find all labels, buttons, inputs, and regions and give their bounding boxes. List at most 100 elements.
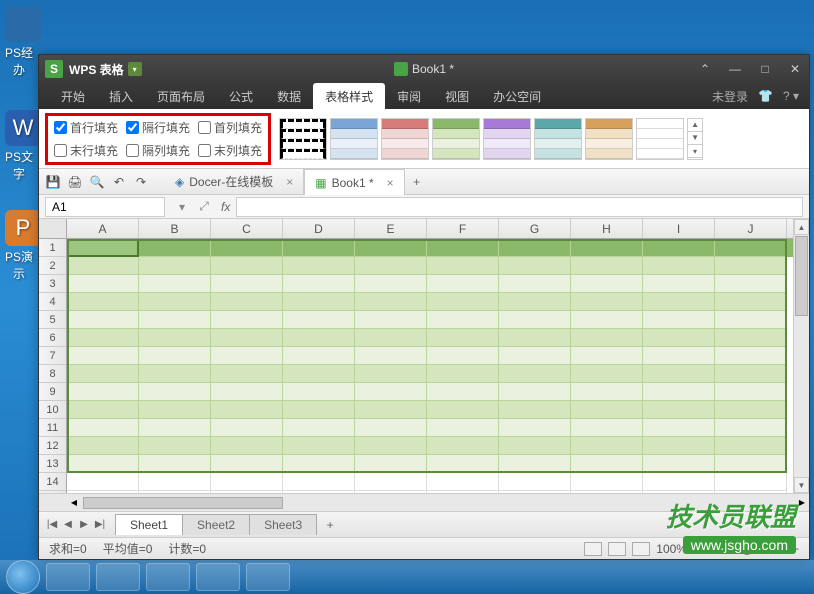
- ribbon-toggle-icon[interactable]: ⌃: [697, 61, 713, 77]
- menu-office[interactable]: 办公空间: [481, 83, 553, 109]
- tab-book1[interactable]: ▦Book1 *×: [304, 169, 404, 195]
- fx-icon[interactable]: fx: [221, 200, 230, 214]
- tab-book1-close[interactable]: ×: [387, 176, 394, 190]
- help-dropdown-icon[interactable]: ? ▾: [783, 89, 799, 103]
- scroll-thumb[interactable]: [795, 236, 808, 316]
- maximize-button[interactable]: □: [757, 61, 773, 77]
- undo-icon[interactable]: ↶: [111, 174, 127, 190]
- style-thumb-none[interactable]: [279, 118, 327, 160]
- row-header[interactable]: 15: [39, 491, 66, 493]
- row-header[interactable]: 13: [39, 455, 66, 473]
- col-header[interactable]: H: [571, 219, 643, 238]
- app-menu-dropdown[interactable]: ▾: [128, 62, 142, 76]
- zoom-value[interactable]: 100%: [656, 542, 687, 556]
- menu-layout[interactable]: 页面布局: [145, 83, 217, 109]
- sheet-nav-next[interactable]: ▶: [77, 519, 91, 530]
- sheet-tab-2[interactable]: Sheet2: [182, 514, 250, 535]
- menu-view[interactable]: 视图: [433, 83, 481, 109]
- col-header[interactable]: J: [715, 219, 787, 238]
- row-header[interactable]: 5: [39, 311, 66, 329]
- col-header[interactable]: B: [139, 219, 211, 238]
- save-icon[interactable]: 💾: [45, 174, 61, 190]
- view-break-button[interactable]: [632, 542, 650, 556]
- sheet-tab-1[interactable]: Sheet1: [115, 514, 183, 535]
- print-preview-icon[interactable]: 🔍: [89, 174, 105, 190]
- formula-input[interactable]: [236, 197, 803, 217]
- vertical-scrollbar[interactable]: ▲ ▼: [793, 219, 809, 493]
- col-header[interactable]: I: [643, 219, 715, 238]
- menu-start[interactable]: 开始: [49, 83, 97, 109]
- taskbar-item[interactable]: [96, 563, 140, 591]
- sheet-nav-first[interactable]: |◀: [45, 519, 59, 530]
- col-header[interactable]: D: [283, 219, 355, 238]
- zoom-in-button[interactable]: +: [792, 542, 799, 556]
- tab-docer-close[interactable]: ×: [286, 175, 293, 189]
- row-header[interactable]: 3: [39, 275, 66, 293]
- close-button[interactable]: ✕: [787, 61, 803, 77]
- row-header[interactable]: 8: [39, 365, 66, 383]
- login-status[interactable]: 未登录: [712, 88, 748, 105]
- sheet-nav-last[interactable]: ▶|: [93, 519, 107, 530]
- row-header[interactable]: 12: [39, 437, 66, 455]
- scroll-up[interactable]: ▲: [794, 219, 809, 235]
- style-thumb-green[interactable]: [432, 118, 480, 160]
- zoom-out-button[interactable]: −: [693, 542, 700, 556]
- gallery-up[interactable]: ▲: [688, 119, 702, 132]
- col-header[interactable]: A: [67, 219, 139, 238]
- horizontal-scrollbar[interactable]: ◀▶: [39, 493, 809, 511]
- col-header[interactable]: G: [499, 219, 571, 238]
- menu-table-style[interactable]: 表格样式: [313, 83, 385, 109]
- taskbar-item[interactable]: [246, 563, 290, 591]
- col-header[interactable]: F: [427, 219, 499, 238]
- row-header[interactable]: 10: [39, 401, 66, 419]
- check-banded-col[interactable]: 隔列填充: [126, 142, 190, 159]
- sheet-add-button[interactable]: +: [320, 518, 340, 532]
- check-first-col[interactable]: 首列填充: [198, 119, 262, 136]
- minimize-button[interactable]: —: [727, 61, 743, 77]
- select-all-corner[interactable]: [39, 219, 67, 238]
- desktop-icon-ps[interactable]: PS经办: [5, 6, 33, 78]
- menu-formula[interactable]: 公式: [217, 83, 265, 109]
- style-thumb-teal[interactable]: [534, 118, 582, 160]
- tab-docer[interactable]: ◈Docer-在线模板×: [165, 169, 304, 194]
- start-button[interactable]: [6, 560, 40, 594]
- check-last-col[interactable]: 末列填充: [198, 142, 262, 159]
- sheet-nav-prev[interactable]: ◀: [61, 519, 75, 530]
- menu-data[interactable]: 数据: [265, 83, 313, 109]
- menu-review[interactable]: 审阅: [385, 83, 433, 109]
- row-header[interactable]: 9: [39, 383, 66, 401]
- col-header[interactable]: C: [211, 219, 283, 238]
- zoom-slider[interactable]: [706, 547, 786, 551]
- view-normal-button[interactable]: [584, 542, 602, 556]
- gallery-down[interactable]: ▼: [688, 132, 702, 145]
- name-box[interactable]: A1: [45, 197, 165, 217]
- menu-insert[interactable]: 插入: [97, 83, 145, 109]
- view-page-button[interactable]: [608, 542, 626, 556]
- row-header[interactable]: 11: [39, 419, 66, 437]
- style-thumb-orange[interactable]: [585, 118, 633, 160]
- check-banded-row[interactable]: 隔行填充: [126, 119, 190, 136]
- row-header[interactable]: 4: [39, 293, 66, 311]
- taskbar-item[interactable]: [196, 563, 240, 591]
- style-thumb-purple[interactable]: [483, 118, 531, 160]
- style-thumb-blue[interactable]: [330, 118, 378, 160]
- taskbar-item[interactable]: [46, 563, 90, 591]
- check-first-row[interactable]: 首行填充: [54, 119, 118, 136]
- add-tab-button[interactable]: +: [405, 169, 429, 194]
- style-thumb-red[interactable]: [381, 118, 429, 160]
- desktop-icon-w[interactable]: WPS文字: [5, 110, 33, 182]
- col-header[interactable]: E: [355, 219, 427, 238]
- row-header[interactable]: 1: [39, 239, 66, 257]
- sheet-tab-3[interactable]: Sheet3: [249, 514, 317, 535]
- row-header[interactable]: 6: [39, 329, 66, 347]
- gallery-more[interactable]: ▾: [688, 145, 702, 158]
- row-header[interactable]: 14: [39, 473, 66, 491]
- row-header[interactable]: 2: [39, 257, 66, 275]
- taskbar-item[interactable]: [146, 563, 190, 591]
- app-logo-icon[interactable]: S: [45, 60, 63, 78]
- row-header[interactable]: 7: [39, 347, 66, 365]
- redo-icon[interactable]: ↷: [133, 174, 149, 190]
- check-last-row[interactable]: 末行填充: [54, 142, 118, 159]
- skin-icon[interactable]: 👕: [758, 89, 773, 103]
- print-icon[interactable]: 🖨: [67, 174, 83, 190]
